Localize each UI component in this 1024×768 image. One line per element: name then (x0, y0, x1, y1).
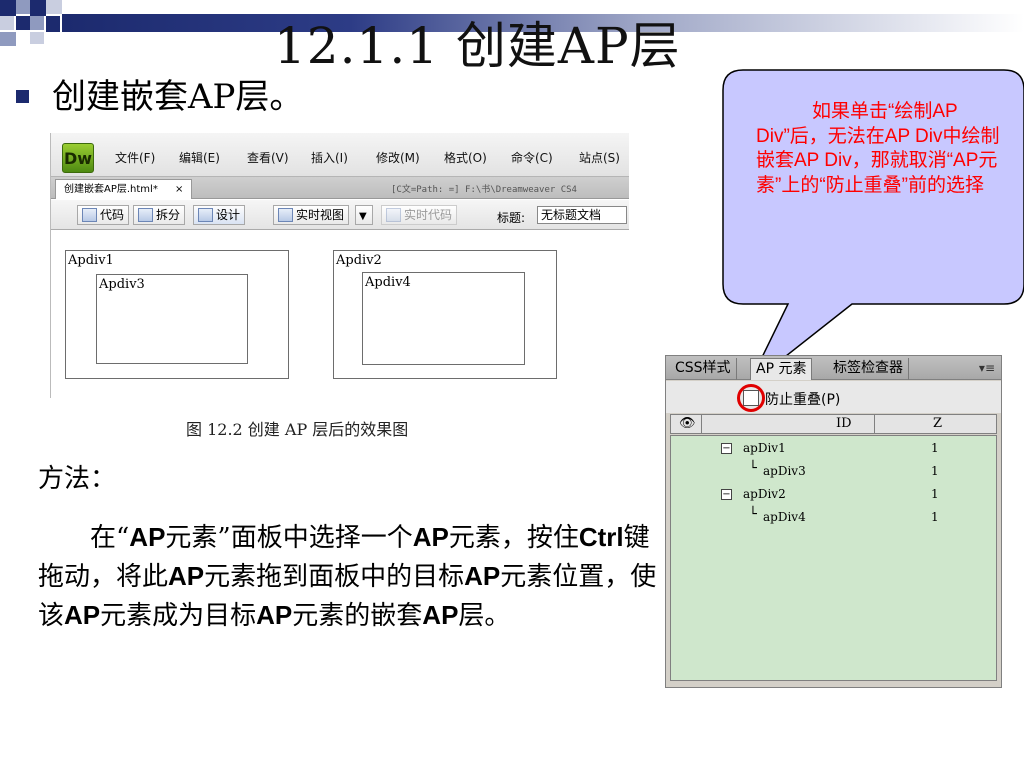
ap-row-apdiv2[interactable]: − apDiv2 1 (671, 484, 996, 506)
live-view-dropdown[interactable]: ▼ (355, 205, 373, 225)
slide-title: 12.1.1 创建AP层 (274, 17, 681, 75)
prevent-overlap-label: 防止重叠(P) (765, 392, 841, 408)
eye-icon[interactable]: 👁 (679, 416, 696, 431)
close-icon[interactable]: × (175, 184, 183, 195)
design-canvas: Apdiv1 Apdiv3 Apdiv2 Apdiv4 (51, 231, 629, 398)
ap-row-z: 1 (931, 510, 939, 524)
ap-elements-panel: CSS样式 AP 元素 标签检查器 ▾≡ 防止重叠(P) 👁 ID Z − ap… (665, 355, 1002, 688)
ap-row-z: 1 (931, 464, 939, 478)
ap-row-apdiv3[interactable]: └ apDiv3 1 (671, 461, 996, 483)
tab-tag-inspector[interactable]: 标签检查器 (828, 358, 909, 380)
document-toolbar: 代码 拆分 设计 实时视图 ▼ 实时代码 标题: 无标题文档 (51, 200, 629, 230)
design-view-button[interactable]: 设计 (193, 205, 246, 225)
collapse-icon[interactable]: − (721, 443, 732, 454)
code-view-button[interactable]: 代码 (77, 205, 130, 225)
ap-row-name: apDiv2 (743, 487, 786, 501)
figure-caption: 图 12.2 创建 AP 层后的效果图 (186, 420, 409, 439)
code-view-label: 代码 (100, 208, 125, 222)
method-heading: 方法： (38, 464, 117, 494)
document-tab-label: 创建嵌套AP层.html* (64, 184, 158, 195)
menu-file[interactable]: 文件(F) (115, 149, 155, 166)
collapse-icon[interactable]: − (721, 489, 732, 500)
column-id[interactable]: ID (836, 416, 852, 431)
ap-row-apdiv1[interactable]: − apDiv1 1 (671, 438, 996, 460)
menu-bar: Dw 文件(F) 编辑(E) 查看(V) 插入(I) 修改(M) 格式(O) 命… (51, 133, 629, 177)
tab-css-styles[interactable]: CSS样式 (670, 358, 737, 380)
design-view-label: 设计 (216, 208, 241, 222)
design-icon (198, 208, 213, 222)
code-icon (82, 208, 97, 222)
ap-row-apdiv4[interactable]: └ apDiv4 1 (671, 507, 996, 529)
title-input[interactable]: 无标题文档 (537, 206, 627, 224)
chevron-down-icon: ▼ (359, 211, 367, 222)
ap-list-header: 👁 ID Z (670, 414, 997, 434)
method-paragraph: 在“AP元素”面板中选择一个AP元素，按住Ctrl键拖动，将此AP元素拖到面板中… (38, 522, 657, 631)
live-code-label: 实时代码 (404, 208, 453, 222)
split-view-button[interactable]: 拆分 (133, 205, 186, 225)
document-path: [C文=Path: =] F:\书\Dreamweaver CS4 (391, 185, 577, 195)
ap-row-z: 1 (931, 441, 939, 455)
apdiv2-label: Apdiv2 (336, 253, 382, 268)
menu-format[interactable]: 格式(O) (444, 149, 487, 166)
menu-insert[interactable]: 插入(I) (311, 149, 348, 166)
ap-element-list: − apDiv1 1 └ apDiv3 1 − apDiv2 1 └ apDiv… (670, 435, 997, 681)
panel-tab-bar: CSS样式 AP 元素 标签检查器 ▾≡ (666, 356, 1001, 380)
apdiv1-label: Apdiv1 (68, 253, 114, 268)
title-label: 标题: (497, 211, 526, 225)
live-view-icon (278, 208, 293, 222)
bullet-text: 创建嵌套AP层。 (52, 77, 304, 117)
panel-menu-icon[interactable]: ▾≡ (979, 361, 995, 375)
dreamweaver-logo: Dw (62, 143, 94, 173)
menu-site[interactable]: 站点(S) (579, 149, 620, 166)
live-view-label: 实时视图 (296, 208, 345, 222)
apdiv3-label: Apdiv3 (99, 277, 145, 292)
menu-view[interactable]: 查看(V) (247, 149, 289, 166)
tab-ap-elements[interactable]: AP 元素 (750, 358, 813, 380)
live-code-icon (386, 208, 401, 222)
ap-row-z: 1 (931, 487, 939, 501)
document-tab-bar: 创建嵌套AP层.html* × [C文=Path: =] F:\书\Dreamw… (51, 177, 629, 199)
split-view-label: 拆分 (156, 208, 181, 222)
ap-row-name: apDiv3 (763, 464, 806, 478)
menu-modify[interactable]: 修改(M) (376, 149, 420, 166)
callout-text: 如果单击“绘制AP Div”后，无法在AP Div中绘制嵌套AP Div，那就取… (756, 101, 1000, 196)
split-icon (138, 208, 153, 222)
apdiv3-box[interactable]: Apdiv3 (96, 274, 248, 364)
apdiv4-box[interactable]: Apdiv4 (362, 272, 525, 365)
live-code-button[interactable]: 实时代码 (381, 205, 458, 225)
dreamweaver-window: Dw 文件(F) 编辑(E) 查看(V) 插入(I) 修改(M) 格式(O) 命… (50, 133, 629, 398)
bullet-marker (16, 90, 29, 103)
highlight-circle (737, 384, 765, 412)
menu-edit[interactable]: 编辑(E) (179, 149, 220, 166)
tree-branch-icon: └ (749, 461, 757, 476)
menu-commands[interactable]: 命令(C) (511, 149, 553, 166)
panel-options: 防止重叠(P) (666, 381, 1001, 413)
apdiv1-box[interactable]: Apdiv1 Apdiv3 (65, 250, 289, 379)
live-view-button[interactable]: 实时视图 (273, 205, 350, 225)
ap-row-name: apDiv1 (743, 441, 786, 455)
apdiv2-box[interactable]: Apdiv2 Apdiv4 (333, 250, 557, 379)
document-tab[interactable]: 创建嵌套AP层.html* × (55, 179, 193, 199)
column-z[interactable]: Z (933, 416, 942, 431)
ap-row-name: apDiv4 (763, 510, 806, 524)
apdiv4-label: Apdiv4 (365, 275, 411, 290)
tree-branch-icon: └ (749, 507, 757, 522)
